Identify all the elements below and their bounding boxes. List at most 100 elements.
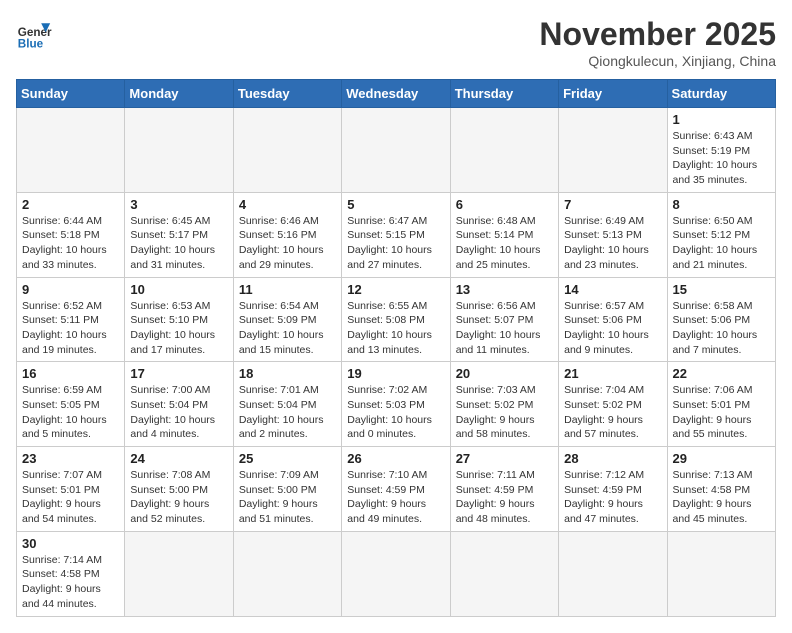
day-info: Sunrise: 6:43 AM Sunset: 5:19 PM Dayligh… <box>673 129 770 188</box>
day-number: 6 <box>456 197 553 212</box>
calendar-cell: 16Sunrise: 6:59 AM Sunset: 5:05 PM Dayli… <box>17 362 125 447</box>
day-info: Sunrise: 6:47 AM Sunset: 5:15 PM Dayligh… <box>347 214 444 273</box>
calendar-cell <box>559 108 667 193</box>
day-info: Sunrise: 6:49 AM Sunset: 5:13 PM Dayligh… <box>564 214 661 273</box>
day-number: 8 <box>673 197 770 212</box>
calendar-week-row: 1 Sunrise: 6:43 AM Sunset: 5:19 PM Daylig… <box>17 108 776 193</box>
calendar-cell: 3Sunrise: 6:45 AM Sunset: 5:17 PM Daylig… <box>125 192 233 277</box>
weekday-header: Sunday <box>17 80 125 108</box>
day-number: 29 <box>673 451 770 466</box>
day-info: Sunrise: 7:02 AM Sunset: 5:03 PM Dayligh… <box>347 383 444 442</box>
day-number: 1 <box>673 112 770 127</box>
calendar-week-row: 9Sunrise: 6:52 AM Sunset: 5:11 PM Daylig… <box>17 277 776 362</box>
location: Qiongkulecun, Xinjiang, China <box>539 53 776 69</box>
logo: General Blue <box>16 16 52 52</box>
calendar-cell: 15 Sunrise: 6:58 AM Sunset: 5:06 PM Dayli… <box>667 277 775 362</box>
day-number: 16 <box>22 366 119 381</box>
day-number: 17 <box>130 366 227 381</box>
day-number: 15 <box>673 282 770 297</box>
calendar-cell <box>233 108 341 193</box>
day-info: Sunrise: 7:13 AM Sunset: 4:58 PM Dayligh… <box>673 468 770 527</box>
weekday-header: Thursday <box>450 80 558 108</box>
day-number: 10 <box>130 282 227 297</box>
day-info: Sunrise: 6:55 AM Sunset: 5:08 PM Dayligh… <box>347 299 444 358</box>
day-number: 18 <box>239 366 336 381</box>
day-number: 2 <box>22 197 119 212</box>
day-number: 9 <box>22 282 119 297</box>
calendar-cell <box>559 531 667 616</box>
day-number: 7 <box>564 197 661 212</box>
day-info: Sunrise: 6:54 AM Sunset: 5:09 PM Dayligh… <box>239 299 336 358</box>
weekday-header: Tuesday <box>233 80 341 108</box>
calendar-cell: 5 Sunrise: 6:47 AM Sunset: 5:15 PM Daylig… <box>342 192 450 277</box>
calendar-cell <box>17 108 125 193</box>
day-info: Sunrise: 6:46 AM Sunset: 5:16 PM Dayligh… <box>239 214 336 273</box>
calendar-cell <box>667 531 775 616</box>
day-number: 28 <box>564 451 661 466</box>
day-info: Sunrise: 6:50 AM Sunset: 5:12 PM Dayligh… <box>673 214 770 273</box>
day-number: 12 <box>347 282 444 297</box>
day-info: Sunrise: 6:48 AM Sunset: 5:14 PM Dayligh… <box>456 214 553 273</box>
calendar-cell: 24 Sunrise: 7:08 AM Sunset: 5:00 PM Dayli… <box>125 447 233 532</box>
calendar-cell: 9Sunrise: 6:52 AM Sunset: 5:11 PM Daylig… <box>17 277 125 362</box>
calendar-body: 1 Sunrise: 6:43 AM Sunset: 5:19 PM Daylig… <box>17 108 776 617</box>
weekday-header: Friday <box>559 80 667 108</box>
calendar-cell: 4 Sunrise: 6:46 AM Sunset: 5:16 PM Daylig… <box>233 192 341 277</box>
day-info: Sunrise: 6:58 AM Sunset: 5:06 PM Dayligh… <box>673 299 770 358</box>
calendar-cell <box>342 531 450 616</box>
calendar-cell <box>233 531 341 616</box>
calendar-cell: 14 Sunrise: 6:57 AM Sunset: 5:06 PM Dayli… <box>559 277 667 362</box>
calendar-cell: 6 Sunrise: 6:48 AM Sunset: 5:14 PM Daylig… <box>450 192 558 277</box>
day-info: Sunrise: 7:11 AM Sunset: 4:59 PM Dayligh… <box>456 468 553 527</box>
day-number: 13 <box>456 282 553 297</box>
day-info: Sunrise: 7:10 AM Sunset: 4:59 PM Dayligh… <box>347 468 444 527</box>
day-number: 19 <box>347 366 444 381</box>
day-info: Sunrise: 6:56 AM Sunset: 5:07 PM Dayligh… <box>456 299 553 358</box>
calendar-cell: 20Sunrise: 7:03 AM Sunset: 5:02 PM Dayli… <box>450 362 558 447</box>
calendar-cell: 25 Sunrise: 7:09 AM Sunset: 5:00 PM Dayli… <box>233 447 341 532</box>
calendar-week-row: 30Sunrise: 7:14 AM Sunset: 4:58 PM Dayli… <box>17 531 776 616</box>
day-info: Sunrise: 6:44 AM Sunset: 5:18 PM Dayligh… <box>22 214 119 273</box>
calendar-week-row: 2 Sunrise: 6:44 AM Sunset: 5:18 PM Daylig… <box>17 192 776 277</box>
calendar-cell <box>450 108 558 193</box>
calendar-cell: 12 Sunrise: 6:55 AM Sunset: 5:08 PM Dayli… <box>342 277 450 362</box>
day-number: 20 <box>456 366 553 381</box>
day-number: 23 <box>22 451 119 466</box>
day-number: 27 <box>456 451 553 466</box>
day-info: Sunrise: 7:12 AM Sunset: 4:59 PM Dayligh… <box>564 468 661 527</box>
day-number: 4 <box>239 197 336 212</box>
calendar-week-row: 23Sunrise: 7:07 AM Sunset: 5:01 PM Dayli… <box>17 447 776 532</box>
day-number: 22 <box>673 366 770 381</box>
day-info: Sunrise: 7:14 AM Sunset: 4:58 PM Dayligh… <box>22 553 119 612</box>
calendar-cell: 17Sunrise: 7:00 AM Sunset: 5:04 PM Dayli… <box>125 362 233 447</box>
calendar-cell <box>125 108 233 193</box>
day-info: Sunrise: 7:01 AM Sunset: 5:04 PM Dayligh… <box>239 383 336 442</box>
day-number: 5 <box>347 197 444 212</box>
day-info: Sunrise: 7:08 AM Sunset: 5:00 PM Dayligh… <box>130 468 227 527</box>
day-info: Sunrise: 6:57 AM Sunset: 5:06 PM Dayligh… <box>564 299 661 358</box>
day-number: 14 <box>564 282 661 297</box>
month-title: November 2025 <box>539 16 776 53</box>
calendar-cell: 29 Sunrise: 7:13 AM Sunset: 4:58 PM Dayli… <box>667 447 775 532</box>
day-info: Sunrise: 6:45 AM Sunset: 5:17 PM Dayligh… <box>130 214 227 273</box>
logo-icon: General Blue <box>16 16 52 52</box>
calendar-cell: 30Sunrise: 7:14 AM Sunset: 4:58 PM Dayli… <box>17 531 125 616</box>
svg-text:Blue: Blue <box>18 38 44 51</box>
calendar-cell: 1 Sunrise: 6:43 AM Sunset: 5:19 PM Daylig… <box>667 108 775 193</box>
day-info: Sunrise: 6:53 AM Sunset: 5:10 PM Dayligh… <box>130 299 227 358</box>
day-number: 26 <box>347 451 444 466</box>
day-info: Sunrise: 7:04 AM Sunset: 5:02 PM Dayligh… <box>564 383 661 442</box>
title-area: November 2025 Qiongkulecun, Xinjiang, Ch… <box>539 16 776 69</box>
day-number: 25 <box>239 451 336 466</box>
day-number: 11 <box>239 282 336 297</box>
calendar-cell: 19 Sunrise: 7:02 AM Sunset: 5:03 PM Dayli… <box>342 362 450 447</box>
weekday-header: Monday <box>125 80 233 108</box>
weekday-row: SundayMondayTuesdayWednesdayThursdayFrid… <box>17 80 776 108</box>
calendar-week-row: 16Sunrise: 6:59 AM Sunset: 5:05 PM Dayli… <box>17 362 776 447</box>
calendar-cell: 8 Sunrise: 6:50 AM Sunset: 5:12 PM Daylig… <box>667 192 775 277</box>
day-info: Sunrise: 7:09 AM Sunset: 5:00 PM Dayligh… <box>239 468 336 527</box>
calendar-cell: 11 Sunrise: 6:54 AM Sunset: 5:09 PM Dayli… <box>233 277 341 362</box>
calendar-cell: 21Sunrise: 7:04 AM Sunset: 5:02 PM Dayli… <box>559 362 667 447</box>
day-number: 24 <box>130 451 227 466</box>
calendar-cell <box>342 108 450 193</box>
